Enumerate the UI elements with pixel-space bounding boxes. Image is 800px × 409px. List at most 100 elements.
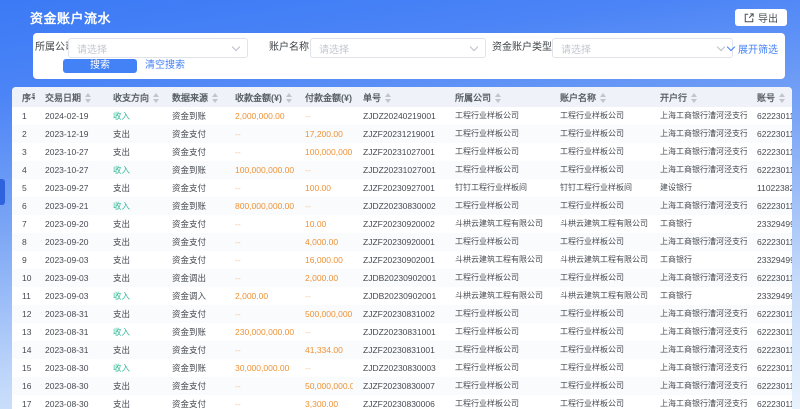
cell-index: 4 xyxy=(12,161,35,179)
account-type-select[interactable]: 请选择 xyxy=(552,38,733,58)
cell-index: 12 xyxy=(12,305,35,323)
page-background: { "header": { "title": "资金账户流水", "export… xyxy=(0,0,800,409)
cell-direction: 支出 xyxy=(103,125,162,143)
cell-direction: 收入 xyxy=(103,161,162,179)
export-icon xyxy=(744,13,754,23)
table-row[interactable]: 172023-08-30支出资金支付--3,300.00ZJZF20230830… xyxy=(12,395,792,409)
sort-caret-icon[interactable] xyxy=(385,93,391,103)
cell-source: 资金到账 xyxy=(162,359,225,377)
cell-account: 钉钉工程行业样板间 xyxy=(550,179,650,197)
sort-caret-icon[interactable] xyxy=(495,93,501,103)
cell-source: 资金支付 xyxy=(162,233,225,251)
column-header-company[interactable]: 所属公司 xyxy=(445,87,550,107)
sort-caret-icon[interactable] xyxy=(286,93,292,103)
table-row[interactable]: 132023-08-31收入资金到账230,000,000.00--ZJDZ20… xyxy=(12,323,792,341)
export-button[interactable]: 导出 xyxy=(735,9,787,26)
company-select[interactable]: 请选择 xyxy=(68,38,248,58)
table-row[interactable]: 62023-09-21收入资金到账800,000,000.00--ZJDZ202… xyxy=(12,197,792,215)
cell-bank: 上海工商银行漕河泾支行 xyxy=(650,197,747,215)
column-header-source[interactable]: 数据来源 xyxy=(162,87,225,107)
table-row[interactable]: 122023-08-31支出资金支付--500,000,000.00ZJZF20… xyxy=(12,305,792,323)
cell-receipt: 800,000,000.00 xyxy=(225,197,295,215)
column-label: 收支方向 xyxy=(113,93,149,103)
column-header-receipt[interactable]: 收款金额(¥) xyxy=(225,87,295,107)
column-header-account[interactable]: 账户名称 xyxy=(550,87,650,107)
cell-bank: 工商银行 xyxy=(650,215,747,233)
cell-order: ZJDB20230902001 xyxy=(353,287,445,305)
cell-account: 斗栱云建筑工程有限公司 xyxy=(550,251,650,269)
cell-direction: 支出 xyxy=(103,215,162,233)
table-row[interactable]: 12024-02-19收入资金到账2,000,000.00--ZJDZ20240… xyxy=(12,107,792,125)
cell-bank: 上海工商银行漕河泾支行 xyxy=(650,305,747,323)
table-row[interactable]: 142023-08-31支出资金支付--41,334.00ZJZF2023083… xyxy=(12,341,792,359)
table-row[interactable]: 152023-08-30收入资金到账30,000,000.00--ZJDZ202… xyxy=(12,359,792,377)
filter-panel: 所属公司 请选择 账户名称 请选择 资金账户类型 请选择 展开筛选 搜索 清空搜… xyxy=(33,33,785,79)
cell-order: ZJZF20230920002 xyxy=(353,215,445,233)
cell-company: 工程行业样板公司 xyxy=(445,197,550,215)
sort-caret-icon[interactable] xyxy=(779,93,785,103)
expand-filters-label: 展开筛选 xyxy=(738,41,778,56)
table-row[interactable]: 42023-10-27收入资金到账100,000,000.00--ZJDZ202… xyxy=(12,161,792,179)
column-header-direction[interactable]: 收支方向 xyxy=(103,87,162,107)
table-row[interactable]: 82023-09-20支出资金支付--4,000.00ZJZF202309200… xyxy=(12,233,792,251)
cell-source: 资金调入 xyxy=(162,287,225,305)
table-row[interactable]: 102023-09-03支出资金调出--2,000.00ZJDB20230902… xyxy=(12,269,792,287)
sort-caret-icon[interactable] xyxy=(212,93,218,103)
account-name-select[interactable]: 请选择 xyxy=(310,38,486,58)
expand-filters-link[interactable]: 展开筛选 xyxy=(728,38,778,58)
cell-direction: 收入 xyxy=(103,323,162,341)
cell-payment: 16,000.00 xyxy=(295,251,353,269)
cell-index: 8 xyxy=(12,233,35,251)
column-header-order[interactable]: 单号 xyxy=(353,87,445,107)
sort-caret-icon[interactable] xyxy=(153,93,159,103)
cell-number: 622230111 xyxy=(747,377,792,395)
cell-receipt: 100,000,000.00 xyxy=(225,161,295,179)
table-row[interactable]: 92023-09-03支出资金支付--16,000.00ZJZF20230902… xyxy=(12,251,792,269)
table-row[interactable]: 32023-10-27支出资金支付--100,000,000.00ZJZF202… xyxy=(12,143,792,161)
chevron-down-icon xyxy=(470,42,478,50)
sort-caret-icon[interactable] xyxy=(85,93,91,103)
column-header-number[interactable]: 账号 xyxy=(747,87,792,107)
cell-company: 工程行业样板公司 xyxy=(445,341,550,359)
cell-order: ZJZF20231027001 xyxy=(353,143,445,161)
search-button[interactable]: 搜索 xyxy=(63,59,137,73)
cell-number: 622230111 xyxy=(747,143,792,161)
cell-receipt: 230,000,000.00 xyxy=(225,323,295,341)
clear-search-button[interactable]: 清空搜索 xyxy=(145,59,185,73)
table-row[interactable]: 72023-09-20支出资金支付--10.00ZJZF20230920002斗… xyxy=(12,215,792,233)
side-drag-handle[interactable] xyxy=(0,179,5,205)
sort-caret-icon[interactable] xyxy=(600,93,606,103)
cell-source: 资金支付 xyxy=(162,341,225,359)
cell-source: 资金支付 xyxy=(162,179,225,197)
table-row[interactable]: 52023-09-27支出资金支付--100.00ZJZF20230927001… xyxy=(12,179,792,197)
cell-bank: 上海工商银行漕河泾支行 xyxy=(650,341,747,359)
sort-caret-icon[interactable] xyxy=(691,93,697,103)
cell-date: 2023-09-03 xyxy=(35,251,103,269)
table-header-row: 序号交易日期收支方向 数据来源收款金额(¥)付款金额(¥)单号所属公司账户名称开户… xyxy=(12,87,792,107)
cell-company: 钉钉工程行业样板间 xyxy=(445,179,550,197)
column-header-payment[interactable]: 付款金额(¥) xyxy=(295,87,353,107)
cell-company: 工程行业样板公司 xyxy=(445,395,550,409)
column-header-date[interactable]: 交易日期 xyxy=(35,87,103,107)
cell-index: 9 xyxy=(12,251,35,269)
table-row[interactable]: 162023-08-30支出资金支付--50,000,000.00ZJZF202… xyxy=(12,377,792,395)
cell-account: 斗栱云建筑工程有限公司 xyxy=(550,215,650,233)
cell-payment: -- xyxy=(295,107,353,125)
cell-bank: 上海工商银行漕河泾支行 xyxy=(650,125,747,143)
data-table: 序号交易日期收支方向 数据来源收款金额(¥)付款金额(¥)单号所属公司账户名称开户… xyxy=(12,87,792,409)
table-row[interactable]: 22023-12-19支出资金支付--17,200.00ZJZF20231219… xyxy=(12,125,792,143)
cell-direction: 收入 xyxy=(103,107,162,125)
column-header-bank[interactable]: 开户行 xyxy=(650,87,747,107)
cell-order: ZJDZ20230830003 xyxy=(353,359,445,377)
cell-account: 工程行业样板公司 xyxy=(550,269,650,287)
cell-company: 工程行业样板公司 xyxy=(445,359,550,377)
cell-number: 233294994 xyxy=(747,251,792,269)
cell-account: 工程行业样板公司 xyxy=(550,359,650,377)
cell-source: 资金支付 xyxy=(162,377,225,395)
cell-bank: 工商银行 xyxy=(650,287,747,305)
cell-receipt: -- xyxy=(225,395,295,409)
cell-account: 工程行业样板公司 xyxy=(550,341,650,359)
cell-index: 17 xyxy=(12,395,35,409)
table-row[interactable]: 112023-09-03收入资金调入2,000.00--ZJDB20230902… xyxy=(12,287,792,305)
column-header-index: 序号 xyxy=(12,87,35,107)
